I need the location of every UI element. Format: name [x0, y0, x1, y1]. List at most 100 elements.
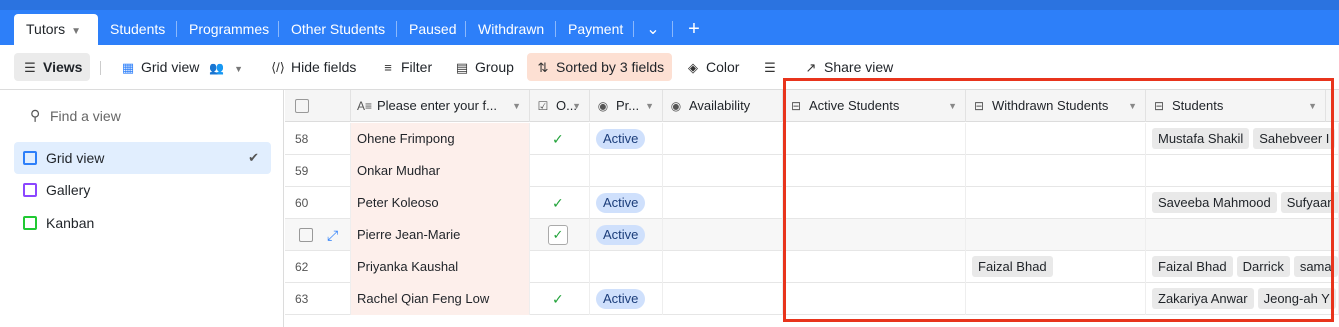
o-checkbox-cell[interactable]: ✓	[530, 123, 590, 155]
withdrawn-students-cell[interactable]	[966, 283, 1146, 315]
withdrawn-students-cell[interactable]	[966, 187, 1146, 219]
availability-cell[interactable]	[663, 219, 783, 251]
row-number-cell[interactable]: 60	[285, 187, 351, 219]
withdrawn-students-cell[interactable]	[966, 219, 1146, 251]
views-button[interactable]: ☰ Views	[14, 53, 91, 81]
tab-tutors[interactable]: Tutors ▼	[14, 14, 98, 45]
withdrawn-students-cell[interactable]	[966, 155, 1146, 187]
availability-cell[interactable]	[663, 187, 783, 219]
sort-button[interactable]: ⇅ Sorted by 3 fields	[527, 53, 673, 81]
sidebar-item-grid-view[interactable]: Grid view ✔	[14, 142, 271, 174]
table-row[interactable]: 59 Onkar Mudhar	[285, 155, 1339, 187]
column-header-availability[interactable]: ◉ Availability	[663, 90, 783, 122]
active-students-cell[interactable]	[783, 283, 966, 315]
more-tables-chevron-icon[interactable]: ⌄	[639, 14, 667, 45]
chevron-down-icon[interactable]: ▼	[948, 90, 957, 122]
pr-status-cell[interactable]: Active	[590, 283, 663, 315]
active-students-cell[interactable]	[783, 123, 966, 155]
o-checkbox-cell[interactable]: ✓	[530, 187, 590, 219]
linked-record-chip[interactable]: Mustafa Shakil	[1152, 128, 1250, 149]
find-view-input[interactable]: Find a view	[50, 108, 121, 124]
students-cell[interactable]	[1146, 155, 1339, 187]
check-icon[interactable]: ✓	[552, 195, 564, 211]
chevron-down-icon[interactable]: ▼	[1308, 90, 1317, 122]
expand-record-icon[interactable]: ⤢	[327, 219, 338, 251]
sidebar-item-gallery[interactable]: Gallery	[14, 174, 271, 206]
pr-status-cell[interactable]	[590, 251, 663, 283]
students-cell[interactable]: Saveeba Mahmood Sufyaan	[1146, 187, 1339, 219]
active-students-cell[interactable]	[783, 187, 966, 219]
name-cell[interactable]: Pierre Jean-Marie	[351, 219, 530, 251]
table-row[interactable]: 58 Ohene Frimpong ✓ Active Mustafa Shakil Sah…	[285, 123, 1339, 155]
linked-record-chip[interactable]: Darrick	[1236, 256, 1290, 277]
hide-fields-button[interactable]: ⟨/⟩ Hide fields	[262, 53, 364, 81]
students-cell[interactable]	[1146, 219, 1339, 251]
column-header-students[interactable]: ⊟ Students ▼	[1146, 90, 1326, 122]
table-row[interactable]: ⤢ Pierre Jean-Marie ✓ Active	[285, 219, 1339, 251]
name-cell[interactable]: Rachel Qian Feng Low	[351, 283, 530, 315]
availability-cell[interactable]	[663, 123, 783, 155]
row-height-button[interactable]: ☰	[754, 53, 791, 81]
linked-record-chip[interactable]: Faizal Bhad	[972, 256, 1053, 277]
select-all-header[interactable]	[285, 90, 351, 122]
column-header-active-students[interactable]: ⊟ Active Students ▼	[783, 90, 966, 122]
add-table-plus-icon[interactable]: +	[680, 14, 708, 45]
name-cell[interactable]: Priyanka Kaushal	[351, 251, 530, 283]
check-icon[interactable]: ✓	[548, 225, 568, 245]
chevron-down-icon[interactable]: ▼	[645, 90, 654, 122]
select-all-checkbox[interactable]	[295, 99, 309, 113]
row-number-cell[interactable]: 63	[285, 283, 351, 315]
active-students-cell[interactable]	[783, 251, 966, 283]
tab-students[interactable]: Students	[98, 14, 177, 45]
tab-other-students[interactable]: Other Students	[279, 14, 397, 45]
grid-view-switcher[interactable]: ▦ Grid view 👥 ▼	[112, 53, 251, 81]
linked-record-chip[interactable]: Faizal Bhad	[1152, 256, 1233, 277]
availability-cell[interactable]	[663, 283, 783, 315]
check-icon[interactable]: ✓	[552, 131, 564, 147]
tab-withdrawn[interactable]: Withdrawn	[466, 14, 556, 45]
color-button[interactable]: ◈ Color	[677, 53, 747, 81]
o-checkbox-cell[interactable]: ✓	[530, 219, 590, 251]
linked-record-chip[interactable]: Saveeba Mahmood	[1152, 192, 1277, 213]
pr-status-cell[interactable]: Active	[590, 219, 663, 251]
chevron-down-icon[interactable]: ▼	[512, 90, 521, 122]
column-header-o[interactable]: ☑ O... ▼	[530, 90, 590, 122]
check-icon[interactable]: ✓	[552, 291, 564, 307]
active-students-cell[interactable]	[783, 219, 966, 251]
tab-payment[interactable]: Payment	[556, 14, 635, 45]
tab-paused[interactable]: Paused	[397, 14, 468, 45]
row-number-cell[interactable]: 59	[285, 155, 351, 187]
row-select-checkbox[interactable]	[299, 228, 313, 242]
chevron-down-icon[interactable]: ▼	[572, 90, 581, 122]
row-number-cell[interactable]: 62	[285, 251, 351, 283]
sidebar-item-kanban[interactable]: Kanban	[14, 207, 271, 239]
share-view-button[interactable]: ↗ Share view	[795, 53, 901, 81]
students-cell[interactable]: Mustafa Shakil Sahebveer I	[1146, 123, 1339, 155]
o-checkbox-cell[interactable]	[530, 251, 590, 283]
pr-status-cell[interactable]: Active	[590, 123, 663, 155]
linked-record-chip[interactable]: Sufyaan	[1280, 192, 1338, 213]
table-row[interactable]: 60 Peter Koleoso ✓ Active Saveeba Mahmood Suf…	[285, 187, 1339, 219]
active-students-cell[interactable]	[783, 155, 966, 187]
row-number-cell[interactable]: ⤢	[285, 219, 351, 251]
linked-record-chip[interactable]: Jeong-ah Y	[1257, 288, 1336, 309]
row-number-cell[interactable]: 58	[285, 123, 351, 155]
withdrawn-students-cell[interactable]: Faizal Bhad	[966, 251, 1146, 283]
chevron-down-icon[interactable]: ▼	[1128, 90, 1137, 122]
column-header-name[interactable]: A≡ Please enter your f... ▼	[351, 90, 530, 122]
o-checkbox-cell[interactable]: ✓	[530, 283, 590, 315]
availability-cell[interactable]	[663, 251, 783, 283]
availability-cell[interactable]	[663, 155, 783, 187]
withdrawn-students-cell[interactable]	[966, 123, 1146, 155]
table-row[interactable]: 62 Priyanka Kaushal Faizal Bhad Faizal Bhad…	[285, 251, 1339, 283]
o-checkbox-cell[interactable]	[530, 155, 590, 187]
filter-button[interactable]: ≡ Filter	[372, 53, 440, 81]
chevron-down-icon[interactable]: ▼	[71, 26, 81, 37]
linked-record-chip[interactable]: Zakariya Anwar	[1152, 288, 1254, 309]
linked-record-chip[interactable]: Sahebveer I	[1253, 128, 1336, 149]
name-cell[interactable]: Onkar Mudhar	[351, 155, 530, 187]
students-cell[interactable]: Faizal Bhad Darrick sama	[1146, 251, 1339, 283]
column-header-withdrawn-students[interactable]: ⊟ Withdrawn Students ▼	[966, 90, 1146, 122]
name-cell[interactable]: Peter Koleoso	[351, 187, 530, 219]
name-cell[interactable]: Ohene Frimpong	[351, 123, 530, 155]
